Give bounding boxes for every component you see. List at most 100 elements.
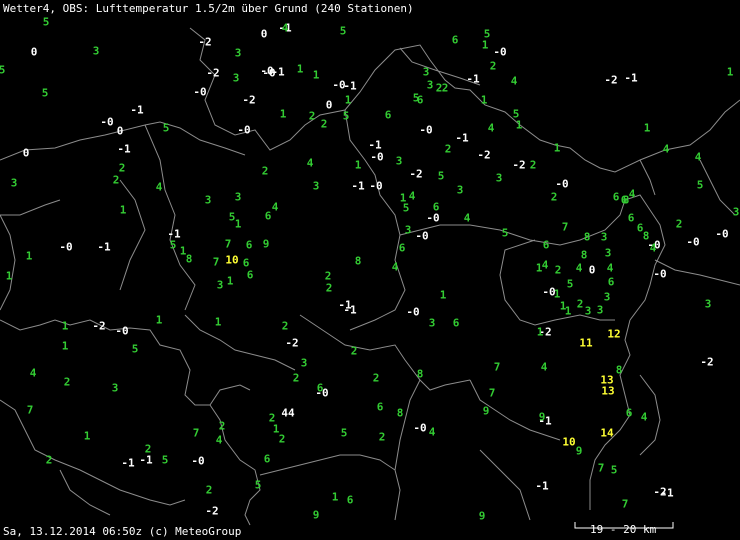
station-temperature: 3 bbox=[92, 44, 100, 58]
station-temperature: 3 bbox=[732, 205, 740, 219]
station-temperature: 4 bbox=[306, 156, 314, 170]
station-temperature: 4 bbox=[575, 261, 583, 275]
station-temperature: 0 bbox=[588, 263, 596, 277]
station-temperature: 2 bbox=[441, 81, 449, 95]
station-temperature: 1 bbox=[535, 261, 543, 275]
station-temperature: 4 bbox=[155, 180, 163, 194]
station-temperature: 1 bbox=[119, 203, 127, 217]
station-temperature: 3 bbox=[395, 154, 403, 168]
station-temperature: 1 bbox=[272, 422, 280, 436]
station-temperature: 3 bbox=[404, 223, 412, 237]
station-temperature: 1 bbox=[61, 319, 69, 333]
station-temperature: 4 bbox=[640, 410, 648, 424]
station-temperature: -1 bbox=[660, 486, 674, 500]
station-temperature: 6 bbox=[542, 238, 550, 252]
station-temperature: 0 bbox=[30, 45, 38, 59]
station-temperature: -0 bbox=[542, 285, 556, 299]
station-temperature: 3 bbox=[603, 290, 611, 304]
station-temperature: 5 bbox=[161, 453, 169, 467]
station-temperature: 6 bbox=[607, 275, 615, 289]
station-temperature: 5 bbox=[340, 426, 348, 440]
station-temperature: 7 bbox=[621, 497, 629, 511]
station-temperature: -1 bbox=[455, 131, 469, 145]
station-temperature: 1 bbox=[25, 249, 33, 263]
station-temperature: 7 bbox=[488, 386, 496, 400]
station-temperature: 7 bbox=[192, 426, 200, 440]
station-temperature: 1 bbox=[481, 38, 489, 52]
station-temperature: 1 bbox=[726, 65, 734, 79]
station-temperature: 5 bbox=[254, 478, 262, 492]
station-temperature: 6 bbox=[625, 406, 633, 420]
station-temperature: 7 bbox=[224, 237, 232, 251]
station-temperature: -0 bbox=[115, 324, 129, 338]
station-temperature: 3 bbox=[234, 46, 242, 60]
station-temperature: 3 bbox=[10, 176, 18, 190]
station-temperature: 4 bbox=[29, 366, 37, 380]
station-temperature: 8 bbox=[615, 363, 623, 377]
station-temperature: 6 bbox=[451, 33, 459, 47]
station-temperature: -0 bbox=[370, 150, 384, 164]
station-temperature: -1 bbox=[538, 414, 552, 428]
station-temperature: 9 bbox=[478, 509, 486, 523]
station-temperature: 4 bbox=[281, 21, 289, 35]
station-temperature: 6 bbox=[416, 93, 424, 107]
station-temperature: 4 bbox=[428, 425, 436, 439]
station-temperature: 1 bbox=[5, 269, 13, 283]
station-temperature: -0 bbox=[555, 177, 569, 191]
station-temperature: 5 bbox=[402, 201, 410, 215]
station-temperature: 1 bbox=[226, 274, 234, 288]
station-temperature: -2 bbox=[92, 319, 106, 333]
station-temperature: 7 bbox=[597, 461, 605, 475]
station-temperature: 44 bbox=[281, 406, 295, 420]
station-temperature: 0 bbox=[116, 124, 124, 138]
station-temperature: 4 bbox=[510, 74, 518, 88]
station-temperature: 6 bbox=[245, 238, 253, 252]
station-temperature: 6 bbox=[242, 256, 250, 270]
station-temperature: 8 bbox=[354, 254, 362, 268]
station-temperature: 5 bbox=[0, 63, 6, 77]
station-temperature: 1 bbox=[83, 429, 91, 443]
station-temperature: 6 bbox=[627, 211, 635, 225]
station-temperature: 3 bbox=[704, 297, 712, 311]
timestamp-copyright: Sa, 13.12.2014 06:50z (c) MeteoGroup bbox=[3, 525, 242, 538]
station-temperature: 4 bbox=[487, 121, 495, 135]
station-temperature: 2 bbox=[325, 281, 333, 295]
station-temperature: -0 bbox=[653, 267, 667, 281]
station-temperature: 4 bbox=[271, 200, 279, 214]
station-temperature: 6 bbox=[452, 316, 460, 330]
station-temperature: 6 bbox=[398, 241, 406, 255]
station-temperature: 6 bbox=[246, 268, 254, 282]
station-temperature: -0 bbox=[415, 229, 429, 243]
station-temperature: 3 bbox=[604, 246, 612, 260]
station-temperature: -0 bbox=[59, 240, 73, 254]
station-temperature: 2 bbox=[444, 142, 452, 156]
station-temperature: 2 bbox=[281, 319, 289, 333]
station-temperature: 2 bbox=[292, 371, 300, 385]
station-temperature: -0 bbox=[100, 115, 114, 129]
station-temperature: -1 bbox=[139, 453, 153, 467]
station-temperature: 9 bbox=[262, 237, 270, 251]
station-temperature: 3 bbox=[232, 71, 240, 85]
station-temperature: -0 bbox=[237, 123, 251, 137]
station-temperature: 3 bbox=[111, 381, 119, 395]
station-temperature: 2 bbox=[144, 442, 152, 456]
station-temperature: 1 bbox=[155, 313, 163, 327]
station-temperature: 7 bbox=[493, 360, 501, 374]
weather-map: Wetter4, OBS: Lufttemperatur 1.5/2m über… bbox=[0, 0, 740, 540]
station-temperature: -0 bbox=[715, 227, 729, 241]
station-temperature: -1 bbox=[624, 71, 638, 85]
station-temperature: 6 bbox=[384, 108, 392, 122]
station-temperature: -2 bbox=[512, 158, 526, 172]
station-temperature: 3 bbox=[426, 78, 434, 92]
station-temperature: 3 bbox=[428, 316, 436, 330]
station-temperature: -1 bbox=[97, 240, 111, 254]
station-temperature: 2 bbox=[205, 483, 213, 497]
station-temperature: 5 bbox=[131, 342, 139, 356]
station-temperature: 4 bbox=[662, 142, 670, 156]
station-temperature: 2 bbox=[320, 117, 328, 131]
station-temperature: -2 bbox=[700, 355, 714, 369]
station-temperature: 2 bbox=[324, 269, 332, 283]
station-temperature: 1 bbox=[515, 118, 523, 132]
station-temperature: 2 bbox=[261, 164, 269, 178]
station-temperature: 2 bbox=[350, 344, 358, 358]
